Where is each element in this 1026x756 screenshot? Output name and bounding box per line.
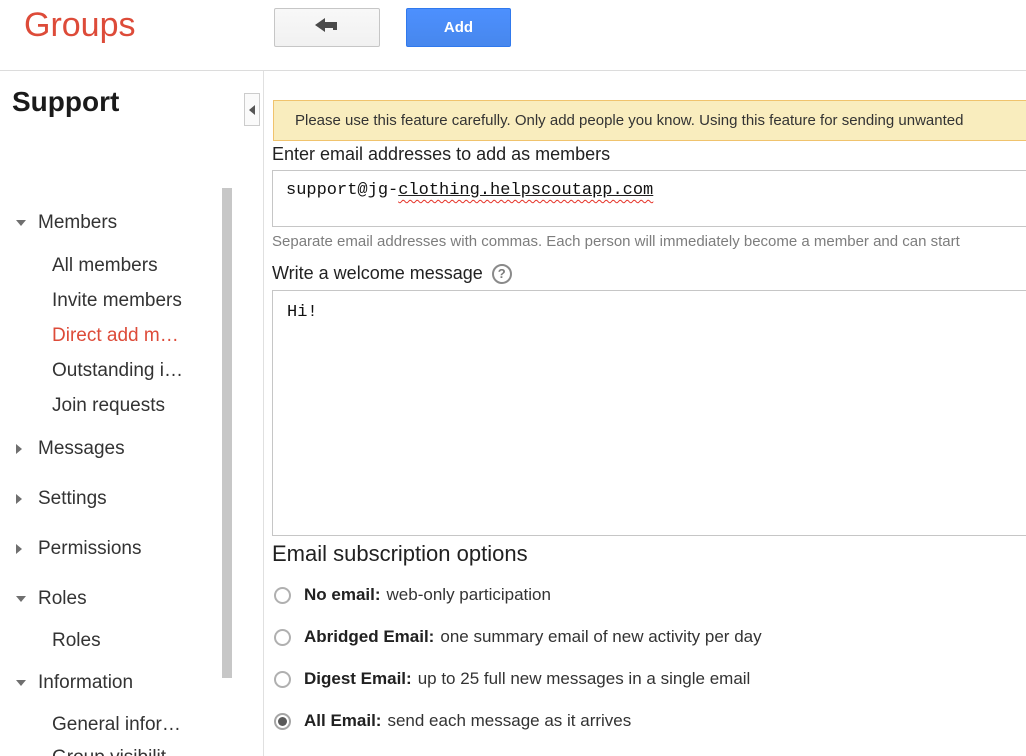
option-no-email[interactable]: No email: web-only participation — [274, 585, 551, 605]
option-desc: one summary email of new activity per da… — [440, 627, 762, 646]
triangle-right-icon — [16, 544, 30, 554]
sidebar-item-information[interactable]: Information — [16, 672, 133, 694]
sidebar-item-join-requests[interactable]: Join requests — [52, 395, 165, 417]
option-all-email[interactable]: All Email: send each message as it arriv… — [274, 711, 631, 731]
option-desc: send each message as it arrives — [387, 711, 632, 730]
groups-logo: Groups — [24, 6, 136, 44]
triangle-down-icon — [16, 680, 30, 686]
spellcheck-underline: clothing.helpscoutapp.com — [398, 181, 654, 200]
sidebar-item-label: Join requests — [52, 395, 166, 416]
sidebar-item-label: Invite members — [52, 290, 182, 311]
sidebar-item-label: General infor… — [52, 714, 181, 735]
header-divider — [0, 70, 1026, 71]
email-helper-text: Separate email addresses with commas. Ea… — [272, 233, 960, 250]
sidebar-item-group-visibility[interactable]: Group visibilit… — [52, 747, 185, 756]
back-button[interactable] — [274, 8, 380, 47]
radio-unselected-icon[interactable] — [274, 628, 291, 646]
sidebar-item-label: Outstanding i… — [52, 360, 183, 381]
option-label: Abridged Email: — [304, 627, 435, 646]
radio-unselected-icon[interactable] — [274, 670, 291, 688]
collapse-sidebar-button[interactable] — [244, 93, 260, 126]
sidebar-item-outstanding-invites[interactable]: Outstanding i… — [52, 360, 183, 382]
option-label: All Email: — [304, 711, 382, 730]
sidebar-item-label: Roles — [52, 630, 101, 651]
radio-unselected-icon[interactable] — [274, 586, 291, 604]
sidebar-item-label: Direct add m… — [52, 325, 179, 346]
warning-banner: Please use this feature carefully. Only … — [273, 100, 1026, 141]
sidebar-item-roles[interactable]: Roles — [16, 588, 87, 610]
triangle-left-icon — [249, 104, 255, 115]
sidebar-item-label: Messages — [38, 438, 125, 459]
option-digest-email[interactable]: Digest Email: up to 25 full new messages… — [274, 669, 750, 689]
sidebar-item-members[interactable]: Members — [16, 212, 117, 234]
sidebar-item-invite-members[interactable]: Invite members — [52, 290, 182, 312]
sidebar-item-general-information[interactable]: General infor… — [52, 714, 181, 736]
triangle-right-icon — [16, 494, 30, 504]
sidebar-item-label: Information — [38, 672, 134, 693]
option-desc: up to 25 full new messages in a single e… — [417, 669, 751, 688]
triangle-right-icon — [16, 444, 30, 454]
sidebar-item-permissions[interactable]: Permissions — [16, 538, 141, 560]
email-value-prefix: support@jg- — [286, 181, 399, 200]
triangle-down-icon — [16, 596, 30, 602]
add-button[interactable]: Add — [406, 8, 511, 47]
sidebar-item-label: Members — [38, 212, 118, 233]
email-value-flagged: clothing.helpscoutapp.com — [398, 181, 653, 200]
add-button-label: Add — [443, 19, 474, 36]
triangle-down-icon — [16, 220, 30, 226]
groups-app-window: Groups Add Support Members All members I… — [0, 0, 1026, 756]
back-arrow-icon — [315, 17, 339, 38]
sidebar-item-label: Settings — [38, 488, 107, 509]
sidebar-item-label: Permissions — [38, 538, 142, 559]
group-name-title: Support — [12, 86, 120, 117]
sidebar-divider — [263, 71, 264, 756]
sidebar-item-all-members[interactable]: All members — [52, 255, 158, 277]
sidebar-item-label: Roles — [38, 588, 87, 609]
help-icon[interactable]: ? — [491, 263, 512, 284]
sidebar-scrollbar-thumb[interactable] — [222, 188, 232, 678]
option-label: No email: — [304, 585, 381, 604]
sidebar-item-label: Group visibilit… — [52, 747, 185, 756]
welcome-message-textarea[interactable]: Hi! — [272, 290, 1026, 536]
sidebar-item-messages[interactable]: Messages — [16, 438, 125, 460]
radio-selected-icon[interactable] — [274, 712, 291, 730]
welcome-message-value: Hi! — [287, 303, 318, 322]
email-subscription-heading: Email subscription options — [272, 541, 528, 566]
welcome-message-label: Write a welcome message — [272, 263, 483, 283]
sidebar-item-settings[interactable]: Settings — [16, 488, 107, 510]
option-abridged-email[interactable]: Abridged Email: one summary email of new… — [274, 627, 762, 647]
option-label: Digest Email: — [304, 669, 412, 688]
welcome-message-row: Write a welcome message ? — [272, 263, 512, 284]
email-addresses-input[interactable]: support@jg-clothing.helpscoutapp.com — [272, 170, 1026, 227]
option-desc: web-only participation — [386, 585, 551, 604]
sidebar-item-roles-sub[interactable]: Roles — [52, 630, 101, 652]
sidebar-item-direct-add-members[interactable]: Direct add m… — [52, 325, 179, 347]
sidebar-item-label: All members — [52, 255, 158, 276]
email-addresses-label: Enter email addresses to add as members — [272, 144, 611, 164]
